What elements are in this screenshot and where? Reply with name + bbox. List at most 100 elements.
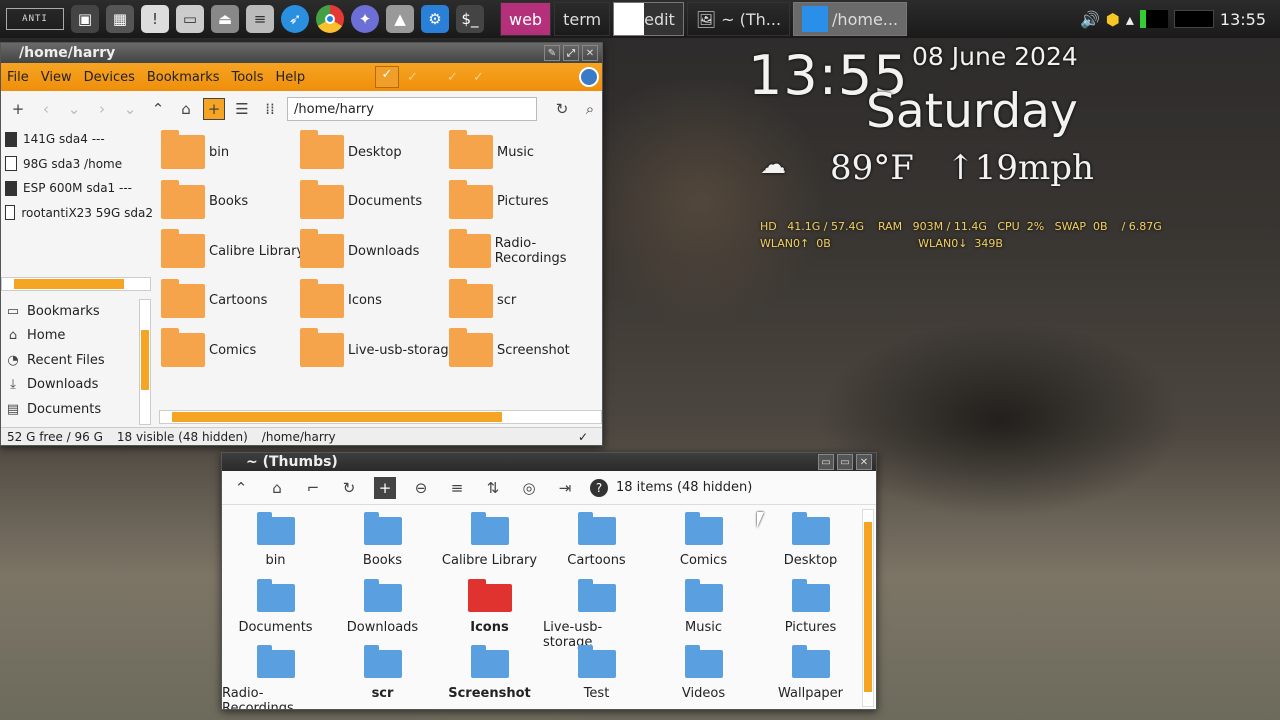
thumb-item[interactable]: Music <box>650 578 757 635</box>
thumb-item[interactable]: Books <box>329 512 436 568</box>
drive-icon[interactable]: ⏏ <box>211 5 239 33</box>
list-view-icon[interactable]: ☰ <box>231 98 253 120</box>
settings-icon[interactable]: ⚙ <box>421 5 449 33</box>
folder-item[interactable]: Icons <box>300 278 382 318</box>
folder-item[interactable]: Calibre Library <box>161 229 304 269</box>
folder-item[interactable]: Music <box>449 130 534 169</box>
folder-item[interactable]: bin <box>161 130 229 169</box>
thumb-item[interactable]: Cartoons <box>543 512 650 568</box>
thumbs-vscroll[interactable] <box>862 509 874 707</box>
home-icon[interactable]: ⌂ <box>175 98 197 120</box>
thumbs-titlebar[interactable]: ~ (Thumbs) ▭ ▭ ✕ <box>222 453 876 471</box>
main-hscroll[interactable] <box>159 410 602 424</box>
minimize-icon[interactable]: ▭ <box>818 454 834 470</box>
folder-item[interactable]: Cartoons <box>161 278 267 318</box>
task-edit[interactable]: edit <box>613 2 684 36</box>
sort-az-icon[interactable]: ⇅ <box>482 477 504 499</box>
thumb-item[interactable]: Pictures <box>757 578 864 635</box>
check-icon-4[interactable]: ✓ <box>473 70 484 85</box>
up-icon[interactable]: ⌃ <box>147 98 169 120</box>
close-icon[interactable]: ✕ <box>582 45 598 61</box>
new-folder-icon[interactable]: + <box>374 476 396 499</box>
scroll-thumb[interactable] <box>864 522 872 692</box>
file-icon[interactable]: ! <box>141 5 169 33</box>
menu-view[interactable]: View <box>41 70 72 85</box>
menu-help[interactable]: Help <box>276 70 306 85</box>
show-desktop-icon[interactable]: ▣ <box>71 5 99 33</box>
thumb-item[interactable]: Test <box>543 645 650 701</box>
thumb-item[interactable]: Wallpaper <box>757 645 864 701</box>
refresh-icon[interactable]: ↻ <box>551 98 573 120</box>
device-item[interactable]: 98G sda3 /home <box>1 152 153 177</box>
thumb-item[interactable]: Icons <box>436 578 543 635</box>
thumb-item[interactable]: Screenshot <box>436 645 543 701</box>
thumb-item[interactable]: Radio-Recordings <box>222 645 329 709</box>
task-term[interactable]: term <box>554 2 611 36</box>
notes-icon[interactable]: ≡ <box>246 5 274 33</box>
workspace-icon[interactable]: ▦ <box>106 5 134 33</box>
device-item[interactable]: 141G sda4 --- <box>1 127 153 152</box>
maximize-icon[interactable]: ⤢ <box>563 45 579 61</box>
check-icon-2[interactable]: ✓ <box>407 70 418 85</box>
chrome-icon[interactable] <box>316 5 344 33</box>
clock[interactable]: 13:55 <box>1220 10 1266 29</box>
sort-list-icon[interactable]: ≡ <box>446 477 468 499</box>
device-item[interactable]: rootantiX23 59G sda2 <box>1 201 153 226</box>
zoom-out-icon[interactable]: ⊖ <box>410 477 432 499</box>
thumb-item[interactable]: Videos <box>650 645 757 701</box>
folder-launcher-icon[interactable]: ▭ <box>176 5 204 33</box>
maximize-icon[interactable]: ▭ <box>837 454 853 470</box>
folder-item[interactable]: Books <box>161 179 248 219</box>
new-tab-icon[interactable]: + <box>7 98 29 120</box>
place-home[interactable]: ⌂ Home <box>1 324 151 349</box>
thumb-item[interactable]: Documents <box>222 578 329 635</box>
new-folder-icon[interactable]: + <box>203 98 225 120</box>
scroll-thumb[interactable] <box>141 330 149 390</box>
check-icon[interactable]: ✓ <box>375 66 399 88</box>
menu-tools[interactable]: Tools <box>232 70 264 85</box>
terminal-icon[interactable]: $_ <box>456 5 484 33</box>
bookmark-icon[interactable]: ⌐ <box>302 477 324 499</box>
task-web[interactable]: web <box>500 2 552 36</box>
folder-item[interactable]: Comics <box>161 328 256 368</box>
help-icon[interactable]: ? <box>590 478 608 497</box>
forward-history-icon[interactable]: ⌄ <box>119 98 141 120</box>
folder-item[interactable]: Downloads <box>300 229 419 269</box>
back-icon[interactable]: ‹ <box>35 98 57 120</box>
shield-icon[interactable] <box>579 67 599 87</box>
device-item[interactable]: ESP 600M sda1 --- <box>1 176 153 201</box>
path-input[interactable]: /home/harry <box>287 97 537 121</box>
place-downloads[interactable]: ⤓ Downloads <box>1 373 151 398</box>
thumb-item[interactable]: Desktop <box>757 512 864 568</box>
update-icon[interactable]: ⬢ <box>1106 10 1120 29</box>
folder-item[interactable]: Pictures <box>449 179 548 219</box>
home-icon[interactable]: ⌂ <box>266 477 288 499</box>
close-icon[interactable]: ✕ <box>856 454 872 470</box>
compass-icon[interactable]: ✦ <box>351 5 379 33</box>
folder-item[interactable]: Screenshot <box>449 328 570 368</box>
sidebar-hscroll[interactable] <box>1 277 151 291</box>
scroll-thumb[interactable] <box>172 412 502 422</box>
antix-logo[interactable]: ANTI <box>6 8 64 30</box>
search-icon[interactable]: ⌕ <box>579 98 601 120</box>
menu-bookmarks[interactable]: Bookmarks <box>147 70 220 85</box>
check-icon-3[interactable]: ✓ <box>447 70 458 85</box>
fm-titlebar[interactable]: /home/harry ✎ ⤢ ✕ <box>1 43 602 63</box>
places-vscroll[interactable] <box>139 299 151 425</box>
folder-item[interactable]: Documents <box>300 179 422 219</box>
up-icon[interactable]: ⌃ <box>230 477 252 499</box>
place-documents[interactable]: ▤ Documents <box>1 397 151 422</box>
indent-icon[interactable]: ⇥ <box>554 477 576 499</box>
preview-icon[interactable]: ◎ <box>518 477 540 499</box>
safari-compass-icon[interactable]: ➶ <box>281 5 309 33</box>
minimize-icon[interactable]: ✎ <box>544 45 560 61</box>
folder-item[interactable]: Radio-Recordings <box>449 229 602 269</box>
thumb-item[interactable]: Comics <box>650 512 757 568</box>
thumb-item[interactable]: Live-usb-storage <box>543 578 650 650</box>
thumb-item[interactable]: Downloads <box>329 578 436 635</box>
back-history-icon[interactable]: ⌄ <box>63 98 85 120</box>
wifi-icon[interactable]: ▴ <box>1126 10 1134 29</box>
mountain-icon[interactable]: ▲ <box>386 5 414 33</box>
icon-view-icon[interactable]: ⁞⁞ <box>259 98 281 120</box>
place-bookmarks[interactable]: ▭ Bookmarks <box>1 299 151 324</box>
